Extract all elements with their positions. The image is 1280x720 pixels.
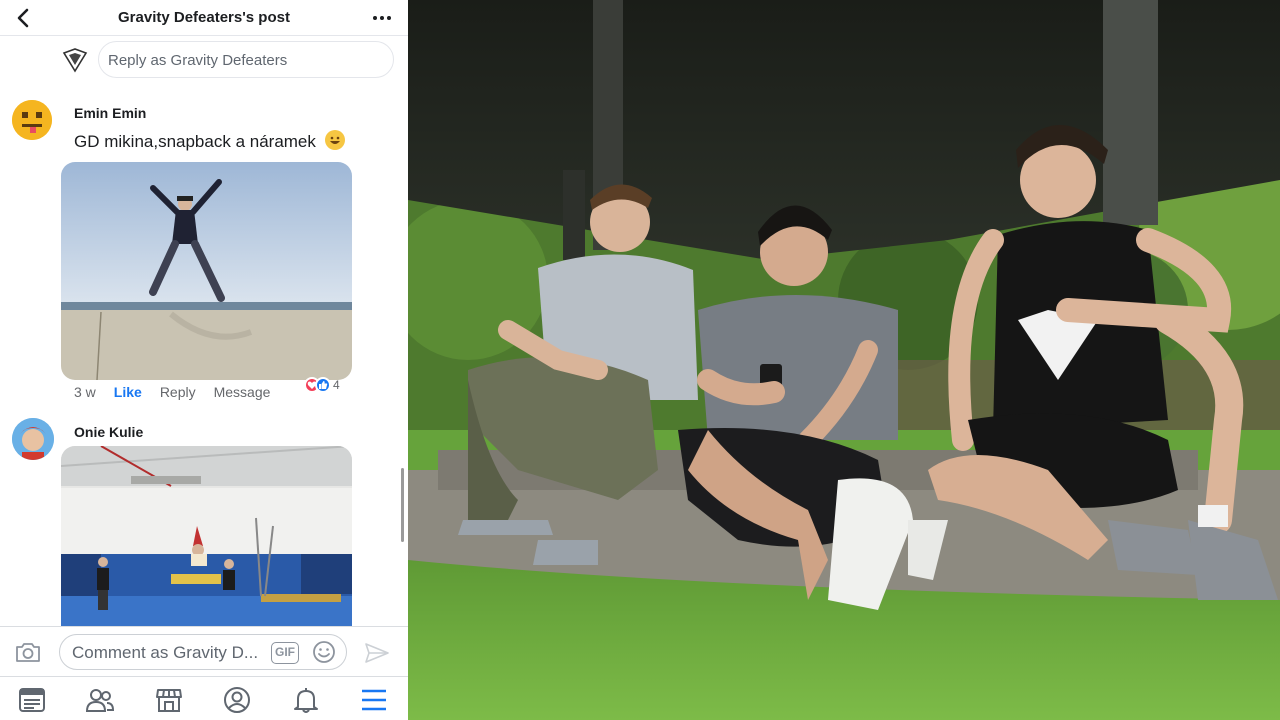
reactions-summary[interactable]: 4 [304, 377, 340, 393]
like-button[interactable]: Like [114, 384, 142, 400]
comment-text-row: GD mikina,snapback a náramek [74, 130, 345, 152]
comment-author[interactable]: Onie Kulie [74, 424, 143, 440]
message-button[interactable]: Message [214, 384, 271, 400]
emoji-icon[interactable] [312, 640, 336, 664]
camera-icon[interactable] [14, 640, 42, 664]
marketplace-icon[interactable] [155, 687, 183, 713]
comment-text: GD mikina,snapback a náramek [74, 132, 316, 151]
comment-time: 3 w [74, 384, 96, 400]
notifications-icon[interactable] [292, 687, 320, 713]
comment-input[interactable]: Comment as Gravity D... [59, 634, 347, 670]
friends-icon[interactable] [86, 687, 114, 713]
scrollbar[interactable] [401, 468, 404, 542]
video-frame [408, 0, 1280, 720]
avatar[interactable] [12, 418, 54, 460]
page-avatar-icon [62, 48, 88, 73]
comment-author[interactable]: Emin Emin [74, 105, 146, 121]
page-title: Gravity Defeaters's post [118, 9, 290, 26]
menu-icon[interactable] [360, 687, 388, 713]
reply-button[interactable]: Reply [160, 384, 196, 400]
comment-photo[interactable] [61, 446, 352, 626]
more-options-button[interactable] [370, 6, 394, 30]
bottom-tab-bar [0, 676, 408, 720]
send-icon[interactable] [364, 641, 390, 665]
comment-photo[interactable] [61, 162, 352, 380]
avatar[interactable] [12, 100, 52, 140]
screen: Gravity Defeaters's post Reply as Gravit… [0, 0, 1280, 720]
gif-button[interactable]: GIF [271, 642, 299, 664]
video-scene-image [408, 0, 1280, 720]
dot-icon [380, 16, 384, 20]
like-reaction-icon [315, 377, 331, 393]
grin-emoji-icon [324, 130, 345, 150]
reaction-count: 4 [333, 378, 340, 392]
reply-input[interactable]: Reply as Gravity Defeaters [98, 41, 394, 78]
comment-composer: Comment as Gravity D... GIF [0, 626, 408, 676]
facebook-app-panel: Gravity Defeaters's post Reply as Gravit… [0, 0, 408, 720]
tongue-emoji-icon [12, 100, 52, 140]
top-bar: Gravity Defeaters's post [0, 0, 408, 36]
dot-icon [387, 16, 391, 20]
profile-icon[interactable] [223, 687, 251, 713]
dot-icon [373, 16, 377, 20]
comment-actions: 3 w Like Reply Message [74, 384, 288, 400]
news-feed-icon[interactable] [18, 687, 46, 713]
